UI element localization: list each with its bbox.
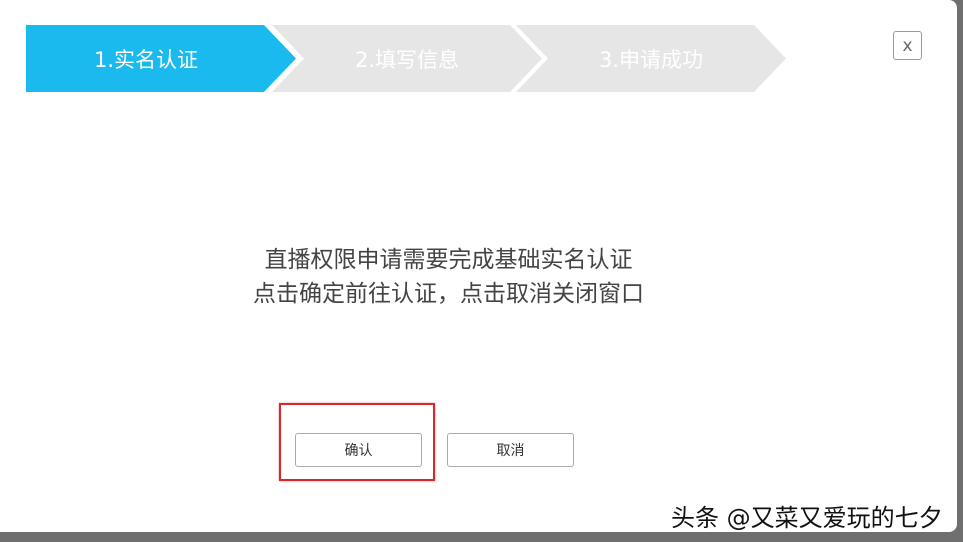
cancel-button[interactable]: 取消 <box>447 433 574 467</box>
auth-message: 直播权限申请需要完成基础实名认证 点击确定前往认证，点击取消关闭窗口 <box>0 243 897 311</box>
step-progress-bar: 3.申请成功 2.填写信息 1.实名认证 <box>26 25 786 92</box>
step-3-label: 3.申请成功 <box>598 47 704 72</box>
step-1-real-name-auth: 1.实名认证 <box>26 25 296 92</box>
step-3-apply-success: 3.申请成功 <box>516 25 786 92</box>
step-1-label: 1.实名认证 <box>93 47 199 72</box>
message-line-2: 点击确定前往认证，点击取消关闭窗口 <box>253 281 644 307</box>
close-button[interactable]: x <box>893 31 922 60</box>
close-icon: x <box>902 35 913 56</box>
watermark: 头条 @又菜又爱玩的七夕 <box>671 504 943 532</box>
step-2-label: 2.填写信息 <box>354 47 460 72</box>
confirm-button[interactable]: 确认 <box>295 433 422 467</box>
message-line-1: 直播权限申请需要完成基础实名认证 <box>264 247 633 273</box>
step-2-fill-info: 2.填写信息 <box>272 25 542 92</box>
real-name-auth-dialog: 3.申请成功 2.填写信息 1.实名认证 x 直播权限申请需要完成基础实名认证 … <box>0 0 957 532</box>
